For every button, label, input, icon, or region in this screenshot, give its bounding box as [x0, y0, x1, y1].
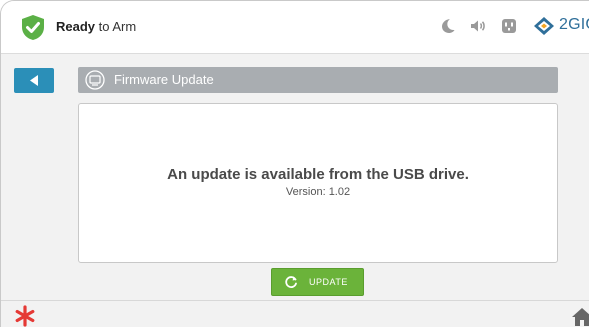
update-message-panel: An update is available from the USB driv… — [78, 103, 558, 263]
system-status: Ready to Arm — [56, 19, 136, 34]
status-strong: Ready — [56, 19, 96, 34]
2gig-logo-icon — [534, 17, 554, 35]
moon-icon[interactable] — [439, 17, 457, 35]
version-text: Version: 1.02 — [285, 186, 351, 198]
brand-name: 2GIG — [559, 16, 589, 33]
emergency-asterisk-icon[interactable] — [14, 305, 36, 327]
screen: Ready to Arm 2GIG — [0, 0, 589, 327]
firmware-icon — [85, 70, 105, 90]
status-rest: to Arm — [95, 19, 137, 34]
update-button[interactable]: UPDATE — [271, 268, 364, 296]
page-title: Firmware Update — [114, 72, 214, 87]
shield-check-icon[interactable] — [20, 14, 46, 41]
outlet-icon[interactable] — [500, 17, 518, 35]
top-bar: Ready to Arm 2GIG — [1, 1, 589, 54]
title-bar: Firmware Update — [78, 67, 558, 93]
refresh-icon — [285, 276, 297, 288]
bottom-bar — [1, 300, 589, 327]
update-message: An update is available from the USB driv… — [167, 166, 469, 183]
back-arrow-icon — [30, 75, 38, 86]
speaker-icon[interactable] — [469, 17, 487, 35]
back-button[interactable] — [14, 68, 54, 93]
update-button-label: UPDATE — [309, 277, 348, 287]
home-icon[interactable] — [571, 307, 589, 327]
